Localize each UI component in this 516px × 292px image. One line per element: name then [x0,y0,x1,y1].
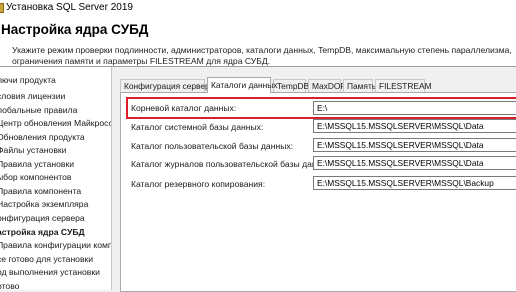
sidebar-item-ready-to-install[interactable]: се готово для установки [0,253,93,266]
sidebar-item-feature-rules[interactable]: Правила компонента [0,185,81,198]
sidebar-item-complete[interactable]: отово [0,280,19,290]
data-root-directory-label: Корневой каталог данных: [131,103,237,113]
backup-directory-input[interactable]: E:\MSSQL15.MSSQLSERVER\MSSQL\Backup [313,176,516,190]
tab-maxdop[interactable]: MaxDOP [308,79,346,92]
tab-filestream[interactable]: FILESTREAM [375,79,432,92]
page-header: Настройка ядра СУБД Укажите режим провер… [0,16,516,66]
page-description: Укажите режим проверки подлинности, адми… [12,45,512,66]
sidebar-item-install-rules[interactable]: Правила установки [0,158,74,171]
sidebar-item-install-files[interactable]: Файлы установки [0,144,66,157]
page-title: Настройка ядра СУБД [1,22,149,37]
data-root-directory-input[interactable]: E:\ [313,101,516,115]
user-database-directory-input[interactable]: E:\MSSQL15.MSSQLSERVER\MSSQL\Data [313,138,516,152]
tab-data-directories[interactable]: Каталоги данных [207,77,277,93]
tab-memory[interactable]: Память [343,79,376,92]
system-database-directory-input[interactable]: E:\MSSQL15.MSSQLSERVER\MSSQL\Data [313,119,516,133]
sidebar-item-instance-configuration[interactable]: Настройка экземпляра [0,198,88,211]
sidebar-item-database-engine-configuration[interactable]: астройка ядра СУБД [0,226,85,239]
window-title: Установка SQL Server 2019 [6,2,133,13]
main-content: Конфигурация сервера Каталоги данных Tem… [113,67,516,292]
user-database-directory-label: Каталог пользовательской базы данных: [131,141,294,151]
sidebar-item-license-terms[interactable]: словия лицензии [0,90,65,103]
sidebar-item-feature-selection[interactable]: ыбор компонентов [0,171,71,184]
sidebar-item-product-updates[interactable]: Обновления продукта [0,131,85,144]
tab-tempdb[interactable]: TempDB [273,79,309,92]
backup-directory-label: Каталог резервного копирования: [131,179,266,189]
sidebar-item-microsoft-update[interactable]: Центр обновления Майкросо... [0,117,111,130]
sql-server-setup-icon [0,3,4,13]
data-directories-panel: Корневой каталог данных: E:\ Каталог сис… [120,92,516,292]
user-database-log-directory-input[interactable]: E:\MSSQL15.MSSQLSERVER\MSSQL\Data [313,156,516,170]
sidebar-item-product-key[interactable]: лючи продукта [0,74,56,87]
system-database-directory-label: Каталог системной базы данных: [131,122,264,132]
sidebar-item-global-rules[interactable]: лобальные правила [0,104,77,117]
user-database-log-directory-label: Каталог журналов пользовательской базы д… [131,159,335,169]
wizard-steps-sidebar: лючи продукта словия лицензии лобальные … [0,67,112,290]
sidebar-item-installation-progress[interactable]: од выполнения установки [0,266,100,279]
sidebar-item-server-configuration[interactable]: онфигурация сервера [0,212,85,225]
title-bar: Установка SQL Server 2019 [0,0,516,16]
sidebar-item-feature-configuration-rules[interactable]: Правила конфигурации комп... [0,239,111,252]
tab-server-configuration[interactable]: Конфигурация сервера [120,79,214,92]
